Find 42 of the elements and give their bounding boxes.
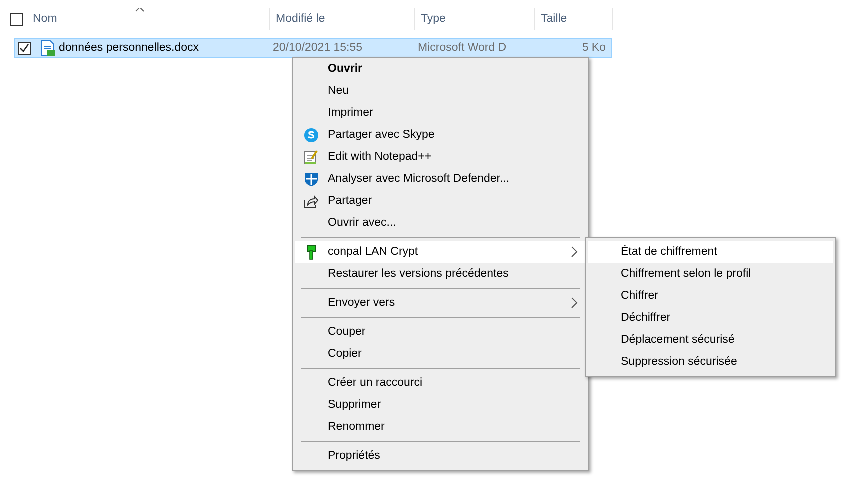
menu-item[interactable]: Chiffrement selon le profil — [588, 263, 833, 285]
chevron-right-icon — [571, 246, 578, 258]
menu-item[interactable]: Déchiffrer — [588, 307, 833, 329]
key-icon — [307, 244, 316, 260]
column-header[interactable]: Modifié le — [276, 13, 326, 25]
share-icon — [304, 194, 319, 208]
menu-item[interactable]: Neu — [295, 80, 586, 102]
file-type: Microsoft Word D — [418, 42, 507, 54]
column-header[interactable]: Nom — [33, 13, 58, 25]
menu-item[interactable]: Imprimer — [295, 102, 586, 124]
menu-item[interactable]: Renommer — [295, 416, 586, 438]
menu-item[interactable]: Ouvrir avec... — [295, 212, 586, 234]
menu-item[interactable]: Déplacement sécurisé — [588, 329, 833, 351]
menu-item[interactable]: Analyser avec Microsoft Defender... — [295, 168, 586, 190]
menu-item[interactable]: Edit with Notepad++ — [295, 146, 586, 168]
document-icon — [41, 40, 55, 56]
column-header[interactable]: Type — [421, 13, 446, 25]
menu-item[interactable]: Ouvrir — [295, 58, 586, 80]
skype-icon — [304, 128, 319, 142]
file-checkbox[interactable] — [18, 42, 31, 54]
modified-date: 20/10/2021 15:55 — [273, 42, 363, 54]
menu-item[interactable]: Partager — [295, 190, 586, 212]
file-row[interactable]: données personnelles.docx 20/10/2021 15:55 Microsoft Word D 5 Ko — [14, 38, 612, 58]
menu-item[interactable]: État de chiffrement — [588, 241, 833, 263]
menu-item[interactable]: Couper — [295, 321, 586, 343]
menu-item[interactable]: Supprimer — [295, 394, 586, 416]
chevron-right-icon — [571, 297, 578, 309]
column-header[interactable]: Taille — [541, 13, 568, 25]
menu-item[interactable]: Suppression sécurisée — [588, 351, 833, 373]
select-all-checkbox[interactable] — [10, 12, 23, 26]
menu-item[interactable]: Copier — [295, 343, 586, 365]
menu-item[interactable]: Chiffrer — [588, 285, 833, 307]
menu-item[interactable]: Restaurer les versions précédentes — [295, 263, 586, 285]
notepad-icon — [304, 150, 319, 164]
shield-icon — [304, 172, 319, 186]
menu-item[interactable]: Propriétés — [295, 445, 586, 467]
menu-item[interactable]: Partager avec Skype — [295, 124, 586, 146]
menu-item[interactable]: conpal LAN Crypt — [295, 241, 586, 263]
menu-item[interactable]: Créer un raccourci — [295, 372, 586, 394]
file-size: 5 Ko — [582, 42, 606, 54]
menu-item[interactable]: Envoyer vers — [295, 292, 586, 314]
file-name: données personnelles.docx — [59, 42, 200, 54]
